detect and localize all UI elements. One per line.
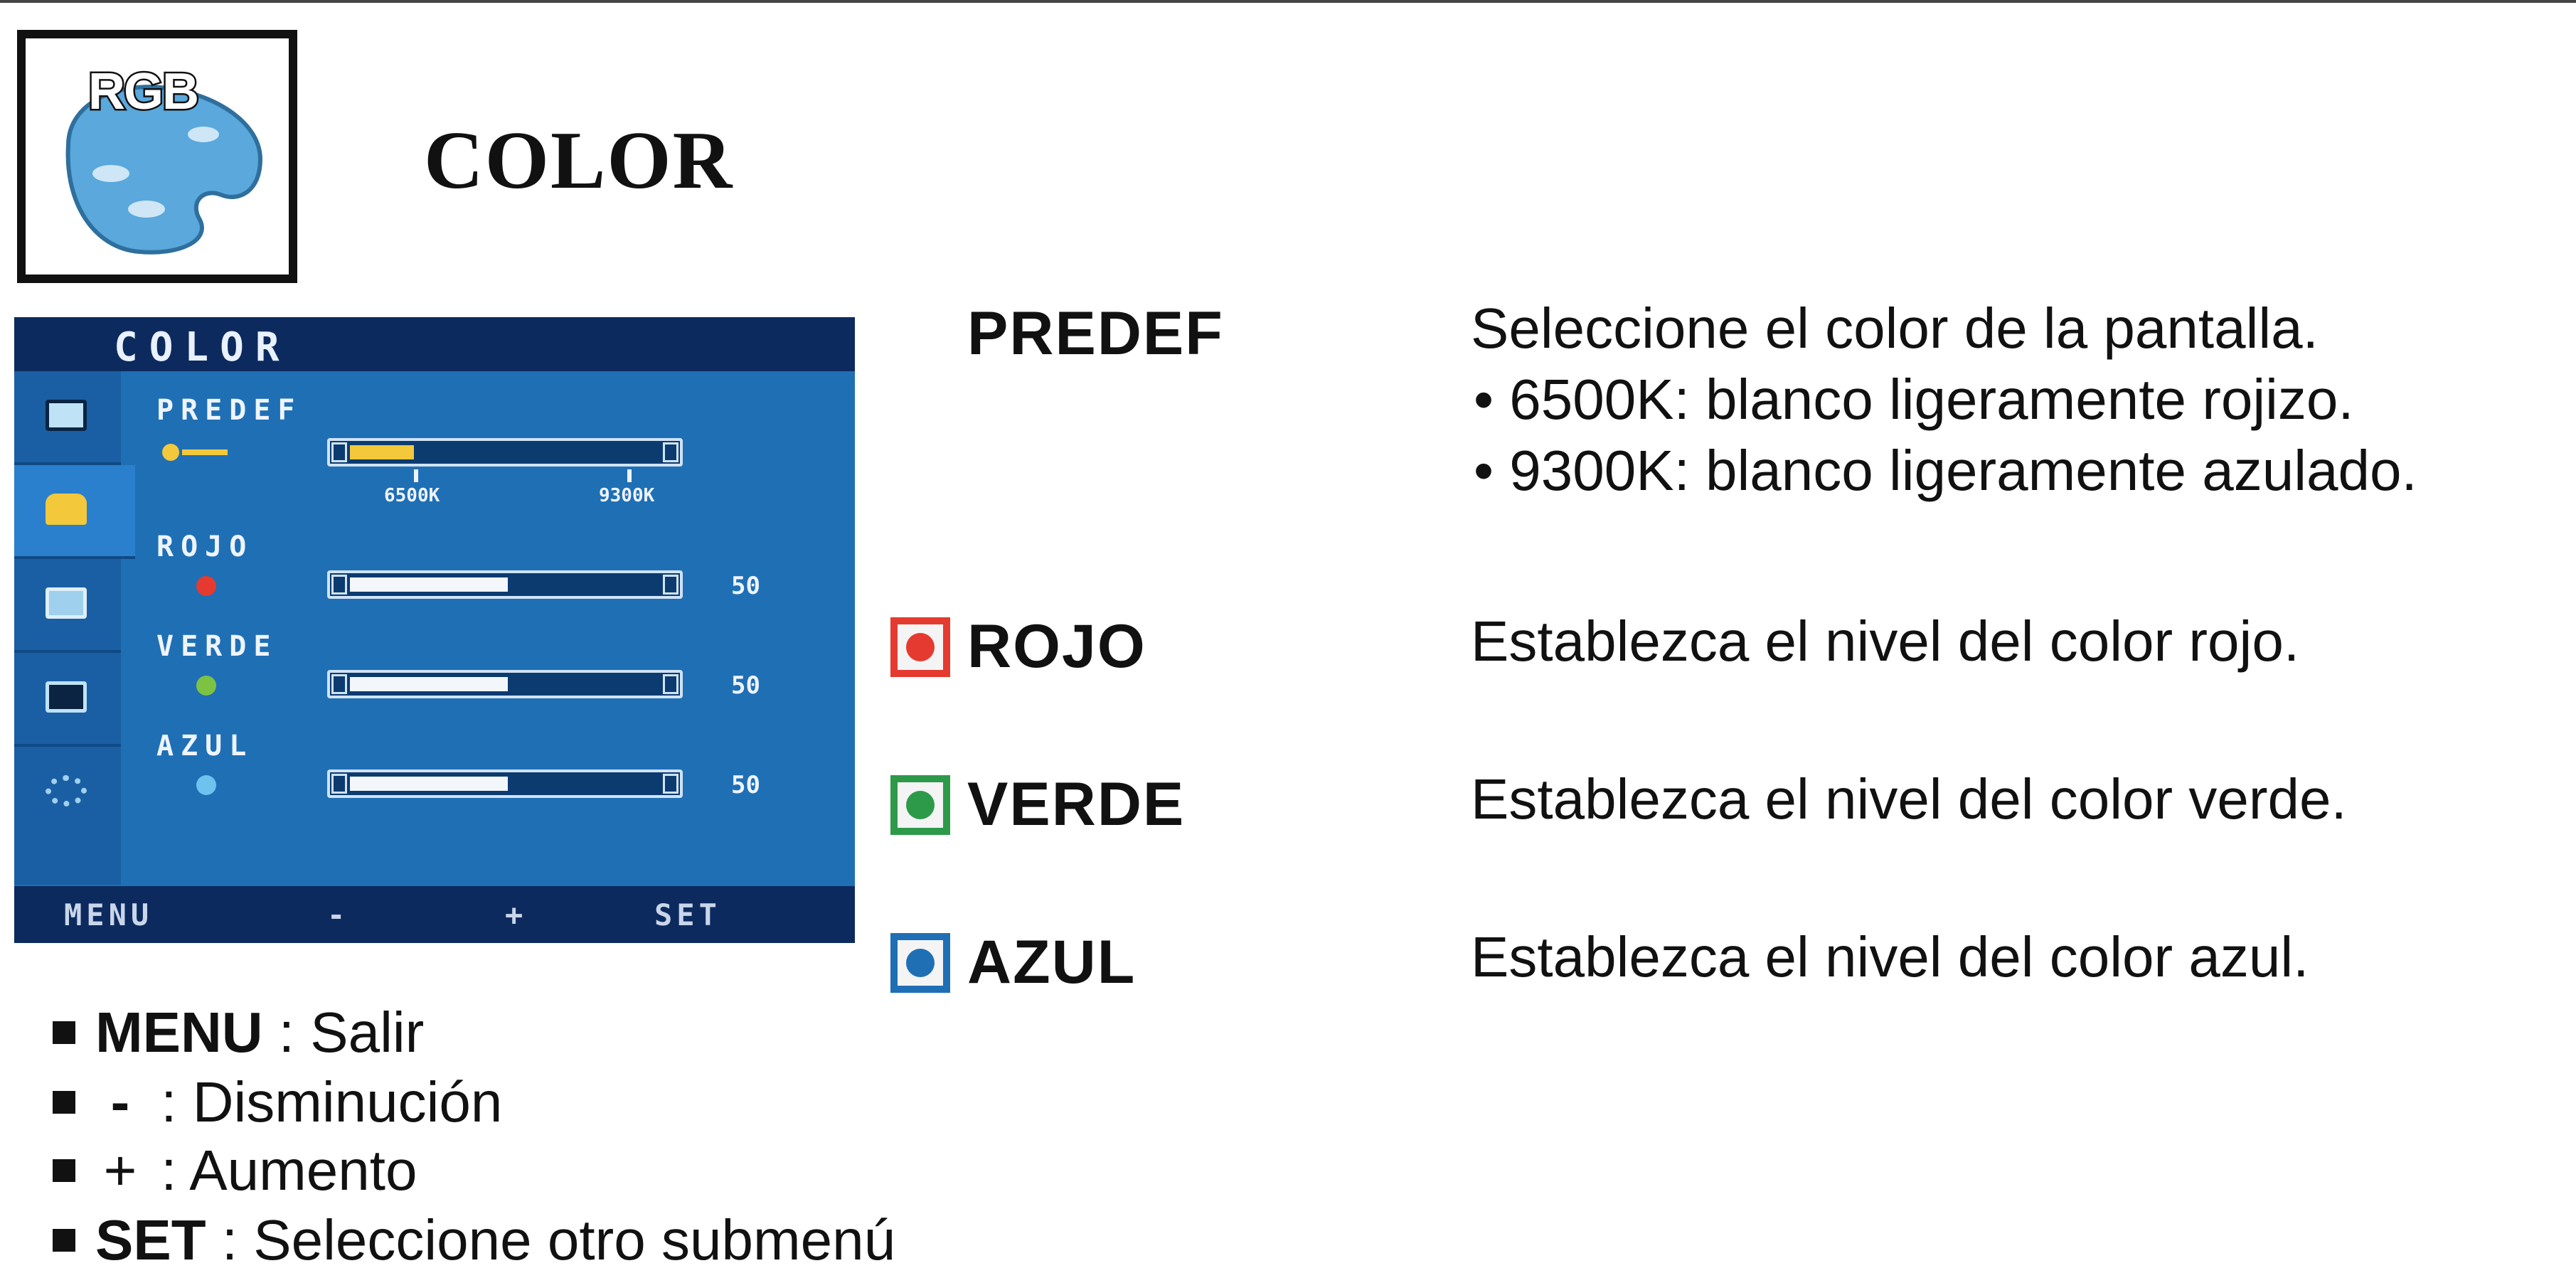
color-tab-icon — [46, 494, 87, 525]
osd-slider-verde — [327, 670, 683, 698]
swatch-dot — [906, 949, 935, 977]
monitor-icon — [46, 400, 87, 431]
item-desc-rojo: Establezca el nivel del color rojo. — [1471, 609, 2300, 673]
predef-desc-line: • 9300K: blanco ligeramente azulado. — [1474, 439, 2417, 502]
swatch-dot — [906, 791, 935, 819]
display-icon — [46, 681, 87, 713]
osd-menu-screenshot: COLOR PREDEF 6500K 9300K ROJO 50 VERDE 5… — [14, 317, 855, 943]
picture-icon — [46, 587, 87, 619]
legend-row-plus: + : Aumento — [53, 1138, 417, 1203]
legend-text: : Salir — [278, 1001, 425, 1064]
osd-btn-plus: + — [505, 898, 528, 932]
osd-btn-minus: - — [327, 898, 350, 932]
osd-bottom-bar: MENU - + SET — [14, 886, 855, 943]
item-name-verde: VERDE — [967, 770, 1186, 838]
osd-tab-options — [14, 747, 121, 841]
swatch-rojo — [890, 617, 950, 677]
item-name-azul: AZUL — [967, 928, 1137, 996]
predef-desc-line: • 6500K: blanco ligeramente rojizo. — [1474, 368, 2354, 431]
legend-key: + — [103, 1139, 137, 1202]
osd-label-predef: PREDEF — [156, 394, 302, 427]
osd-tick-mark-6500 — [414, 469, 418, 482]
osd-tab-setup — [14, 653, 121, 747]
legend-bullet — [53, 1021, 75, 1044]
item-desc-verde: Establezca el nivel del color verde. — [1471, 767, 2347, 831]
osd-btn-set: SET — [654, 898, 721, 932]
osd-key-line — [182, 449, 228, 455]
osd-dot-predef — [162, 444, 179, 461]
swatch-dot — [906, 633, 935, 661]
top-rule — [0, 0, 2576, 3]
osd-title: COLOR — [114, 324, 291, 371]
legend-row-minus: - : Disminución — [53, 1070, 502, 1135]
legend-text: : Seleccione otro submenú — [221, 1208, 896, 1272]
osd-slider-predef — [327, 438, 683, 467]
legend-row-menu: MENU : Salir — [53, 1000, 424, 1065]
osd-tick-6500: 6500K — [384, 485, 440, 506]
predef-desc-line: Seleccione el color de la pantalla. — [1471, 297, 2319, 360]
osd-value-verde: 50 — [731, 671, 760, 700]
legend-bullet — [53, 1090, 75, 1114]
item-name-rojo: ROJO — [967, 612, 1146, 681]
osd-tab-tracking — [14, 559, 121, 653]
osd-tab-picture — [14, 371, 121, 465]
settings-gear-icon — [46, 775, 87, 806]
icon-rgb-label: RGB — [87, 62, 201, 122]
osd-dot-rojo — [196, 576, 216, 596]
osd-value-azul: 50 — [731, 771, 760, 799]
legend-key: MENU — [95, 1001, 263, 1064]
osd-btn-menu: MENU — [64, 898, 154, 932]
legend-row-set: SET : Seleccione otro submenú — [53, 1208, 895, 1273]
osd-dot-verde — [196, 676, 216, 696]
osd-value-rojo: 50 — [731, 572, 760, 600]
legend-text: : Disminución — [161, 1070, 503, 1134]
osd-sidebar — [14, 371, 135, 885]
osd-label-verde: VERDE — [156, 630, 278, 663]
swatch-azul — [890, 933, 950, 993]
page-title: COLOR — [424, 115, 734, 206]
item-desc-azul: Establezca el nivel del color azul. — [1471, 925, 2309, 989]
osd-label-azul: AZUL — [156, 730, 254, 762]
item-name-predef: PREDEF — [967, 299, 1224, 368]
osd-slider-rojo — [327, 570, 683, 599]
osd-tick-9300: 9300K — [599, 485, 655, 506]
osd-label-rojo: ROJO — [156, 531, 254, 563]
legend-key: - — [110, 1070, 130, 1134]
item-desc-predef: Seleccione el color de la pantalla. • 65… — [1471, 293, 2417, 506]
legend-bullet — [53, 1228, 75, 1252]
swatch-verde — [890, 775, 950, 835]
legend-key: SET — [95, 1208, 206, 1272]
legend-bullet — [53, 1159, 75, 1182]
palette-icon: RGB — [17, 30, 297, 283]
osd-tick-mark-9300 — [627, 469, 632, 482]
osd-slider-azul — [327, 769, 683, 798]
osd-tab-color — [14, 465, 135, 559]
osd-title-bar: COLOR — [14, 317, 855, 371]
osd-dot-azul — [196, 775, 216, 795]
legend-text: : Aumento — [161, 1139, 417, 1202]
